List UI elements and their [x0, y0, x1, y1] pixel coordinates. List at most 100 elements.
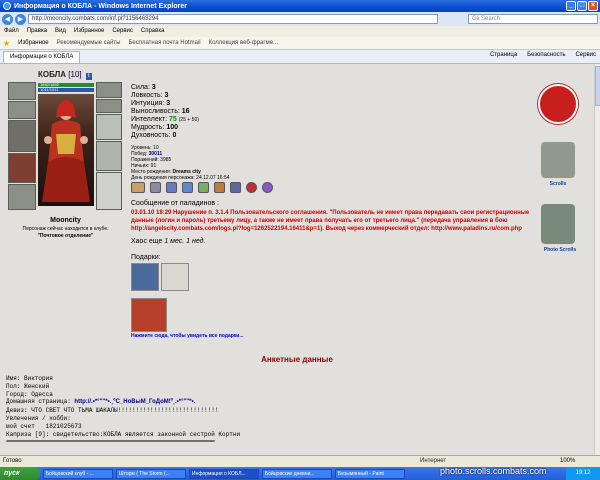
info-icon[interactable]: i — [85, 73, 92, 80]
badge-icon[interactable] — [246, 182, 257, 193]
slot-shield[interactable] — [96, 172, 122, 210]
task-button[interactable]: Бойцовский клуб - ... — [43, 468, 113, 479]
character-info: Уровень: 10 Побед: 30011 Поражений: 3985… — [131, 145, 230, 181]
zoom-level[interactable]: 100% — [560, 456, 575, 467]
mana-bar: 1011/1011 — [38, 88, 94, 92]
photo-scrolls-label[interactable]: Photo Scrolls — [536, 247, 584, 253]
city-name: Mooncity — [50, 217, 81, 224]
stat-endurance: Выносливость: 16 — [131, 108, 190, 115]
character-avatar — [38, 94, 94, 206]
stat-agility: Ловкость: 3 — [131, 92, 169, 99]
scroll-thumb[interactable] — [595, 66, 600, 106]
stat-wisdom: Мудрость: 100 — [131, 124, 178, 131]
fav-link-suggested[interactable]: Рекомендуемые сайты — [57, 40, 121, 46]
anketa-city: Город: Одесса — [6, 390, 53, 398]
maximize-button[interactable]: □ — [577, 1, 587, 11]
anketa-account: мой счет 1821025673 — [6, 422, 82, 430]
start-button[interactable]: пуск — [0, 467, 40, 480]
back-icon[interactable]: ◀ — [2, 13, 13, 25]
tab-row: Информация о КОБЛА Страница Безопасность… — [0, 50, 600, 64]
slot-gloves[interactable] — [96, 141, 122, 171]
badge-icon[interactable] — [166, 182, 177, 193]
favorites-star-icon[interactable]: ★ — [3, 39, 10, 48]
anketa-gender: Пол: Женский — [6, 382, 50, 390]
scrolls-label[interactable]: Scrolls — [538, 181, 578, 187]
menu-tools[interactable]: Сервис — [112, 26, 133, 37]
slot-belt[interactable] — [8, 184, 36, 210]
character-figure — [42, 100, 90, 202]
slot-weapon[interactable] — [8, 120, 36, 152]
forward-icon[interactable]: ▶ — [15, 13, 26, 25]
badge-icon[interactable] — [198, 182, 209, 193]
gifts-label: Подарки: — [131, 254, 161, 261]
fav-link-webslice[interactable]: Коллекция веб-фрагме... — [209, 40, 278, 46]
badge-icon[interactable] — [150, 182, 161, 193]
gift-item[interactable] — [131, 298, 167, 332]
vertical-scrollbar[interactable] — [594, 64, 600, 455]
badge-icon[interactable] — [131, 182, 145, 193]
paladin-message-header: Сообщение от паладинов : — [131, 200, 219, 207]
stat-strength: Сила: 3 — [131, 84, 156, 91]
anketa-title: Анкетные данные — [261, 355, 333, 364]
anketa-name: Имя: Виктория — [6, 375, 53, 382]
menu-file[interactable]: Файл — [4, 26, 19, 37]
task-button[interactable]: Шторм ( The Storm (... — [116, 468, 186, 479]
stat-intellect: Интеллект: 75 (25 + 50) — [131, 116, 199, 123]
badge-icon[interactable] — [230, 182, 241, 193]
menu-view[interactable]: Вид — [55, 26, 66, 37]
anketa-hobby: Увлечения / хобби: — [6, 414, 71, 422]
gift-item[interactable] — [131, 263, 159, 291]
browser-window: Информация о КОБЛА - Windows Internet Ex… — [0, 0, 600, 480]
homepage-link[interactable]: http://.•*°""*•.¸ºС_НоВыМ_ГоДоМ!º¸.•*°""… — [74, 399, 195, 405]
title-bar: Информация о КОБЛА - Windows Internet Ex… — [0, 0, 600, 12]
page-content: КОБЛА [10] i 1892/1892 1011/1011 Mooncit… — [0, 64, 594, 455]
close-button[interactable]: × — [588, 1, 598, 11]
slot-armor[interactable] — [8, 153, 36, 183]
favorites-button[interactable]: Избранное — [18, 40, 48, 46]
ie-icon — [3, 2, 11, 10]
tools-menu[interactable]: Сервис — [575, 52, 596, 58]
page-menu[interactable]: Страница — [490, 52, 517, 58]
all-gifts-link[interactable]: Нажмите сюда, чтобы увидеть все подарки.… — [131, 333, 244, 339]
menu-favorites[interactable]: Избранное — [74, 26, 104, 37]
minimize-button[interactable]: _ — [566, 1, 576, 11]
menu-edit[interactable]: Правка — [27, 26, 47, 37]
stat-intuition: Интуиция: 3 — [131, 100, 171, 107]
slot-helmet[interactable] — [8, 82, 36, 100]
tab-active[interactable]: Информация о КОБЛА — [3, 50, 81, 63]
location-note: Персонаж сейчас находится в клубе. "Почт… — [8, 226, 123, 240]
photo-scrolls-emblem[interactable] — [541, 204, 575, 244]
chaos-timer: Хаос еще 1 мес. 1 нед. — [131, 238, 206, 245]
clan-emblem[interactable] — [538, 84, 578, 124]
stat-spirit: Духовность: 0 — [131, 132, 177, 139]
badge-icon[interactable] — [182, 182, 193, 193]
menu-help[interactable]: Справка — [141, 26, 165, 37]
fav-link-hotmail[interactable]: Бесплатная почта Hotmail — [128, 40, 200, 46]
search-input[interactable]: Gli Search — [468, 14, 598, 24]
anketa-motto: Девиз: ЧТО СВЕТ ЧТО ТЬМА ШАКАЛЫ!!!!!!!!!… — [6, 407, 219, 415]
location-name: "Почтовое отделение" — [37, 233, 94, 239]
status-text: Готово — [3, 458, 22, 464]
task-button-active[interactable]: Информация о КОБЛ... — [189, 468, 259, 479]
slot-earring[interactable] — [96, 82, 122, 98]
system-clock: 19:12 — [566, 467, 600, 480]
info-birthday: День рождения персонажа: 24.12.07 16:54 — [131, 175, 230, 181]
anketa-block: Имя: Виктория Пол: Женский Город: Одесса До… — [6, 375, 240, 438]
anketa-homepage: Домашняя страница: http://.•*°""*•.¸ºС_Н… — [6, 398, 196, 406]
task-button[interactable]: Безымянный - Paint — [335, 468, 405, 479]
watermark: photo.scrolls.combats.com — [440, 466, 547, 476]
window-title: Информация о КОБЛА - Windows Internet Ex… — [14, 2, 187, 10]
character-level: [10] — [68, 70, 82, 79]
slot-amulet[interactable] — [8, 101, 36, 119]
safety-menu[interactable]: Безопасность — [527, 52, 565, 58]
task-button[interactable]: Бойцовские дневни... — [262, 468, 332, 479]
address-input[interactable]: http://mooncity.combats.com/inf.pl?11564… — [28, 14, 438, 24]
scrolls-emblem[interactable] — [541, 142, 575, 178]
gift-item[interactable] — [161, 263, 189, 291]
slot-necklace[interactable] — [96, 99, 122, 113]
badge-icon[interactable] — [262, 182, 273, 193]
address-row: ◀ ▶ http://mooncity.combats.com/inf.pl?1… — [0, 12, 600, 26]
slot-ring-1[interactable] — [96, 114, 122, 140]
character-name: КОБЛА [10] i — [38, 70, 92, 80]
badge-icon[interactable] — [214, 182, 225, 193]
